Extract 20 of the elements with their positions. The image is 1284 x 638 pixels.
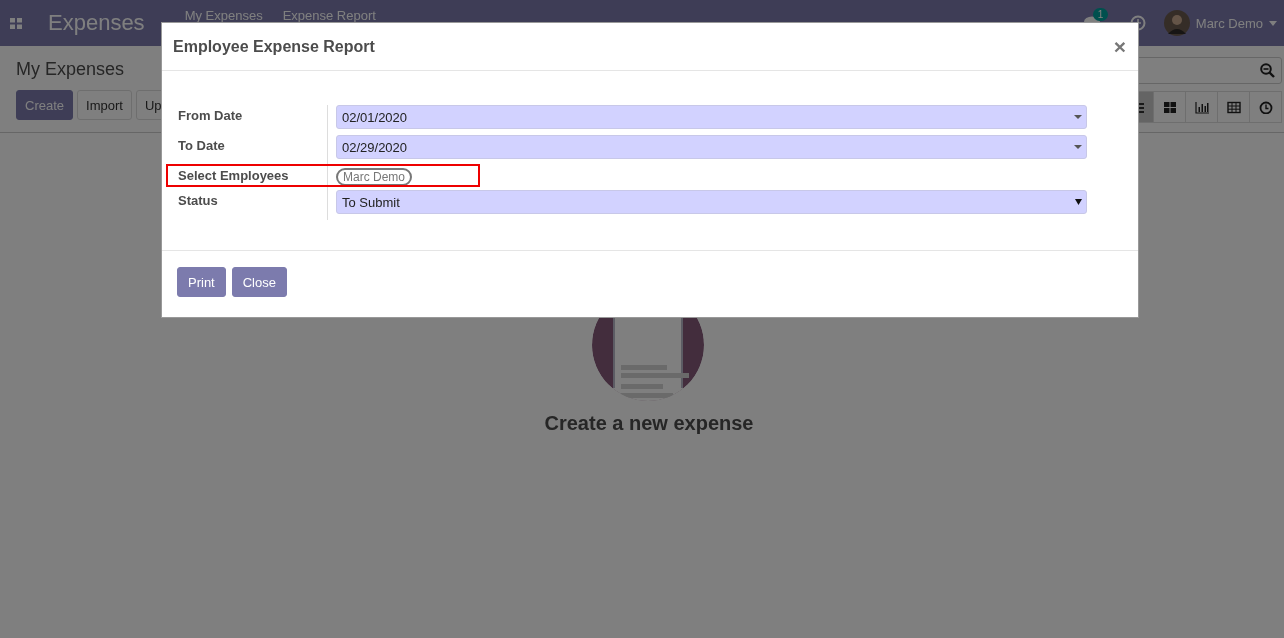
user-name[interactable]: Marc Demo xyxy=(1195,15,1263,31)
message-count-badge: 1 xyxy=(1092,8,1109,21)
status-select[interactable]: To Submit xyxy=(336,190,1087,214)
nav-menu-item[interactable]: Expense Report xyxy=(282,8,376,23)
close-button[interactable]: Close xyxy=(231,267,287,297)
nav-menu-item[interactable]: My Expenses xyxy=(184,8,263,23)
app-name: Expenses xyxy=(48,10,145,36)
field-label: To Date xyxy=(177,135,328,165)
field-label: From Date xyxy=(177,105,328,135)
field-label: Select Employees xyxy=(177,165,328,190)
close-button[interactable]: × xyxy=(1113,31,1126,62)
toolbar-button[interactable]: Import xyxy=(77,90,132,120)
date-field[interactable]: 02/29/2020 xyxy=(336,135,1087,159)
employee-tag[interactable]: Marc Demo xyxy=(336,168,412,186)
date-field[interactable]: 02/01/2020 xyxy=(336,105,1087,129)
print-button[interactable]: Print xyxy=(177,267,226,297)
dialog-title: Employee Expense Report xyxy=(173,37,375,56)
create-button[interactable]: Create xyxy=(16,90,74,120)
empty-state-title: Create a new expense xyxy=(544,412,754,435)
field-label: Status xyxy=(177,190,328,220)
